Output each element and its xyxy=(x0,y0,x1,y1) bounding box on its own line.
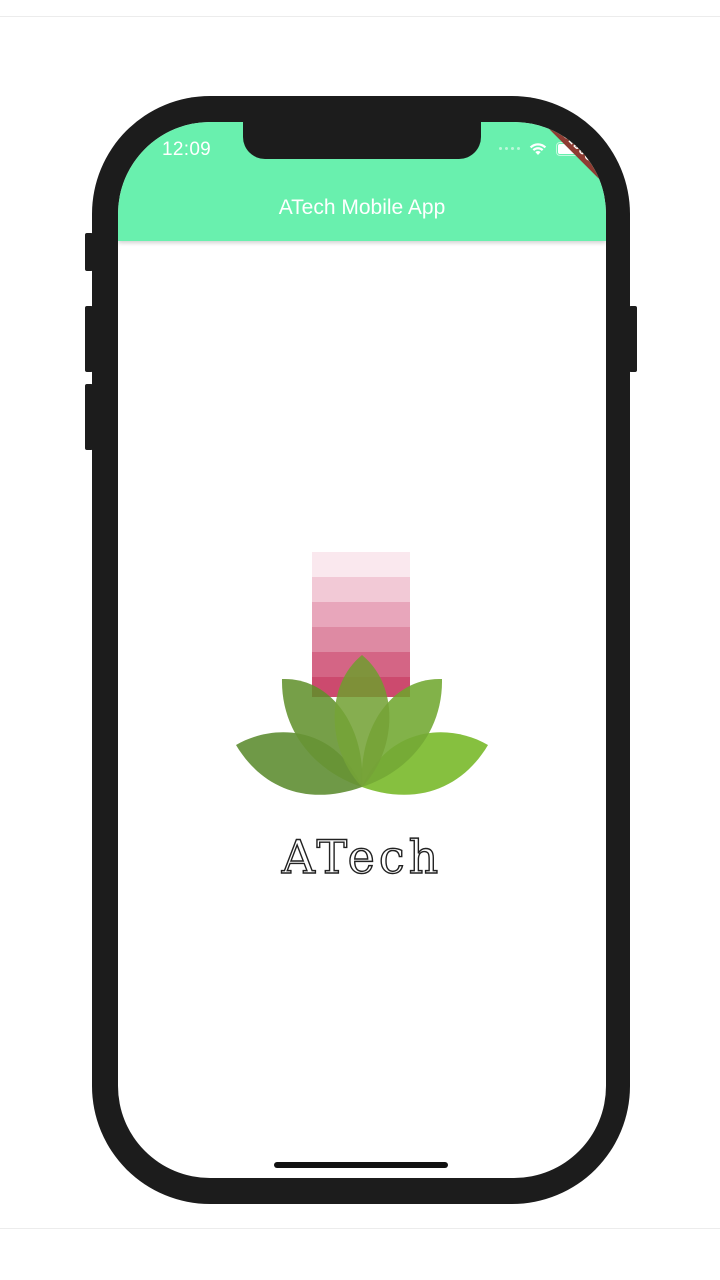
debug-banner: DEBUG xyxy=(533,122,606,191)
logo-leaves xyxy=(236,655,488,795)
divider-top xyxy=(0,16,720,17)
lotus-logo-icon xyxy=(236,552,488,795)
notch xyxy=(243,122,481,159)
power-button xyxy=(629,306,637,372)
app-title: ATech Mobile App xyxy=(278,196,446,219)
status-time: 12:09 xyxy=(162,139,212,160)
divider-bottom xyxy=(0,1228,720,1229)
logo-wordmark: ATech xyxy=(281,829,443,884)
signal-dots-icon xyxy=(499,147,520,150)
device-preview: 12:09 ATech Mobile App DEBUG ATech xyxy=(0,0,720,1280)
wifi-icon xyxy=(528,141,548,156)
home-indicator[interactable] xyxy=(274,1162,448,1168)
